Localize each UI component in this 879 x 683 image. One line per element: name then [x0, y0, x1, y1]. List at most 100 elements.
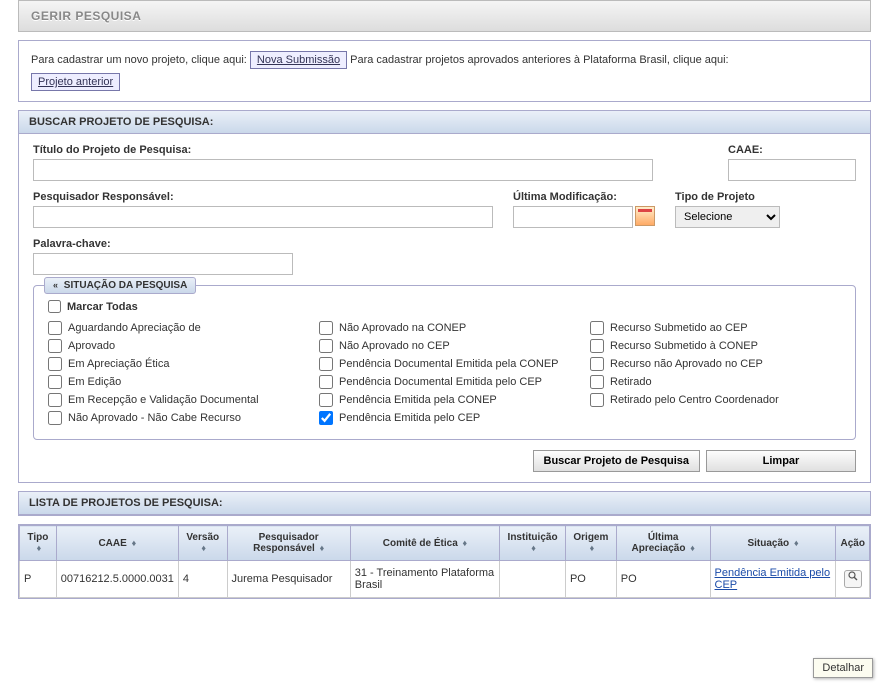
situacao-checkbox-label: Aprovado [68, 340, 115, 352]
table-header[interactable]: Comitê de Ética ♦ [350, 526, 499, 561]
situacao-checkbox-item: Em Edição [48, 375, 299, 389]
marcar-todas-label: Marcar Todas [67, 301, 138, 313]
pesquisador-label: Pesquisador Responsável: [33, 191, 493, 203]
situacao-checkbox[interactable] [319, 339, 333, 353]
situacao-checkbox-label: Pendência Documental Emitida pelo CEP [339, 376, 542, 388]
situacao-checkbox[interactable] [319, 375, 333, 389]
pesquisador-input[interactable] [33, 206, 493, 228]
situacao-checkbox-item [590, 411, 841, 425]
situacao-checkbox-label: Pendência Emitida pelo CEP [339, 412, 480, 424]
results-table-wrap: Tipo ♦CAAE ♦Versão ♦Pesquisador Responsá… [18, 524, 871, 599]
situacao-checkbox-item: Não Aprovado - Não Cabe Recurso [48, 411, 299, 425]
situacao-checkbox[interactable] [48, 411, 62, 425]
table-header[interactable]: Origem ♦ [565, 526, 616, 561]
situacao-checkbox-item: Retirado pelo Centro Coordenador [590, 393, 841, 407]
titulo-input[interactable] [33, 159, 653, 181]
ultima-mod-input[interactable] [513, 206, 633, 228]
palavra-chave-label: Palavra-chave: [33, 238, 293, 250]
caae-input[interactable] [728, 159, 856, 181]
ultima-mod-label: Última Modificação: [513, 191, 655, 203]
situacao-checkbox-label: Retirado [610, 376, 652, 388]
palavra-chave-input[interactable] [33, 253, 293, 275]
table-header[interactable]: CAAE ♦ [56, 526, 178, 561]
cell-comite: 31 - Treinamento Plataforma Brasil [350, 561, 499, 598]
situacao-checkbox-item: Não Aprovado no CEP [319, 339, 570, 353]
situacao-checkbox[interactable] [590, 375, 604, 389]
situacao-fieldset: « SITUAÇÃO DA PESQUISA Marcar Todas Agua… [33, 285, 856, 440]
situacao-checkbox[interactable] [590, 393, 604, 407]
info-text-1: Para cadastrar um novo projeto, clique a… [31, 54, 247, 66]
table-header[interactable]: Situação ♦ [710, 526, 836, 561]
cell-tipo: P [20, 561, 57, 598]
situacao-checkbox[interactable] [48, 375, 62, 389]
situacao-link[interactable]: Pendência Emitida pelo CEP [715, 567, 831, 591]
table-header[interactable]: Pesquisador Responsável ♦ [227, 526, 350, 561]
situacao-checkbox-label: Pendência Emitida pela CONEP [339, 394, 497, 406]
results-table: Tipo ♦CAAE ♦Versão ♦Pesquisador Responsá… [19, 525, 870, 598]
situacao-checkbox[interactable] [48, 393, 62, 407]
situacao-checkbox-label: Pendência Documental Emitida pela CONEP [339, 358, 559, 370]
situacao-checkbox[interactable] [319, 321, 333, 335]
table-header[interactable]: Versão ♦ [178, 526, 227, 561]
situacao-checkbox[interactable] [590, 357, 604, 371]
search-panel-header: BUSCAR PROJETO DE PESQUISA: [19, 111, 870, 134]
sort-icon: ♦ [794, 538, 799, 548]
situacao-checkbox-item: Não Aprovado na CONEP [319, 321, 570, 335]
situacao-checkbox-item: Pendência Emitida pela CONEP [319, 393, 570, 407]
situacao-checkbox[interactable] [48, 321, 62, 335]
situacao-checkbox-label: Em Edição [68, 376, 121, 388]
cell-acao [836, 561, 870, 598]
calendar-icon[interactable] [635, 206, 655, 226]
sort-icon: ♦ [690, 543, 695, 553]
situacao-checkbox[interactable] [48, 339, 62, 353]
table-header[interactable]: Última Apreciação ♦ [616, 526, 710, 561]
cell-ultima: PO [616, 561, 710, 598]
sort-icon: ♦ [37, 543, 42, 553]
situacao-checkbox-item: Em Recepção e Validação Documental [48, 393, 299, 407]
table-header[interactable]: Instituição ♦ [500, 526, 566, 561]
situacao-checkbox-label: Não Aprovado no CEP [339, 340, 450, 352]
situacao-checkbox-item: Retirado [590, 375, 841, 389]
tipo-projeto-select[interactable]: Selecione [675, 206, 780, 228]
caae-label: CAAE: [728, 144, 856, 156]
cell-origem: PO [565, 561, 616, 598]
buscar-button[interactable]: Buscar Projeto de Pesquisa [533, 450, 701, 472]
table-header: Ação [836, 526, 870, 561]
situacao-checkbox-item: Pendência Documental Emitida pela CONEP [319, 357, 570, 371]
situacao-title[interactable]: « SITUAÇÃO DA PESQUISA [44, 277, 196, 294]
situacao-checkbox-label: Recurso Submetido ao CEP [610, 322, 748, 334]
situacao-checkbox-label: Não Aprovado na CONEP [339, 322, 466, 334]
info-panel: Para cadastrar um novo projeto, clique a… [18, 40, 871, 102]
situacao-checkbox-label: Em Apreciação Ética [68, 358, 170, 370]
list-panel: LISTA DE PROJETOS DE PESQUISA: [18, 491, 871, 516]
chevron-left-icon: « [53, 280, 58, 290]
info-text-2: Para cadastrar projetos aprovados anteri… [350, 54, 728, 66]
situacao-checkbox[interactable] [590, 339, 604, 353]
table-header[interactable]: Tipo ♦ [20, 526, 57, 561]
situacao-checkbox-label: Recurso não Aprovado no CEP [610, 358, 763, 370]
situacao-checkbox[interactable] [319, 357, 333, 371]
situacao-checkbox-item: Em Apreciação Ética [48, 357, 299, 371]
situacao-checkbox[interactable] [319, 411, 333, 425]
situacao-checkbox-label: Retirado pelo Centro Coordenador [610, 394, 779, 406]
situacao-checkbox[interactable] [590, 321, 604, 335]
sort-icon: ♦ [463, 538, 468, 548]
sort-icon: ♦ [132, 538, 137, 548]
page-header: GERIR PESQUISA [18, 0, 871, 32]
situacao-checkbox-item: Aprovado [48, 339, 299, 353]
table-row: P 00716212.5.0000.0031 4 Jurema Pesquisa… [20, 561, 870, 598]
sort-icon: ♦ [590, 543, 595, 553]
situacao-checkbox[interactable] [48, 357, 62, 371]
search-panel: BUSCAR PROJETO DE PESQUISA: Título do Pr… [18, 110, 871, 483]
situacao-checkbox-item: Recurso Submetido à CONEP [590, 339, 841, 353]
situacao-checkbox-label: Em Recepção e Validação Documental [68, 394, 259, 406]
limpar-button[interactable]: Limpar [706, 450, 856, 472]
marcar-todas-checkbox[interactable] [48, 300, 61, 313]
nova-submissao-button[interactable]: Nova Submissão [250, 51, 347, 69]
cell-versao: 4 [178, 561, 227, 598]
situacao-checkbox[interactable] [319, 393, 333, 407]
projeto-anterior-button[interactable]: Projeto anterior [31, 73, 120, 91]
detalhar-icon[interactable] [844, 570, 862, 588]
sort-icon: ♦ [201, 543, 206, 553]
magnifier-icon [848, 571, 858, 581]
